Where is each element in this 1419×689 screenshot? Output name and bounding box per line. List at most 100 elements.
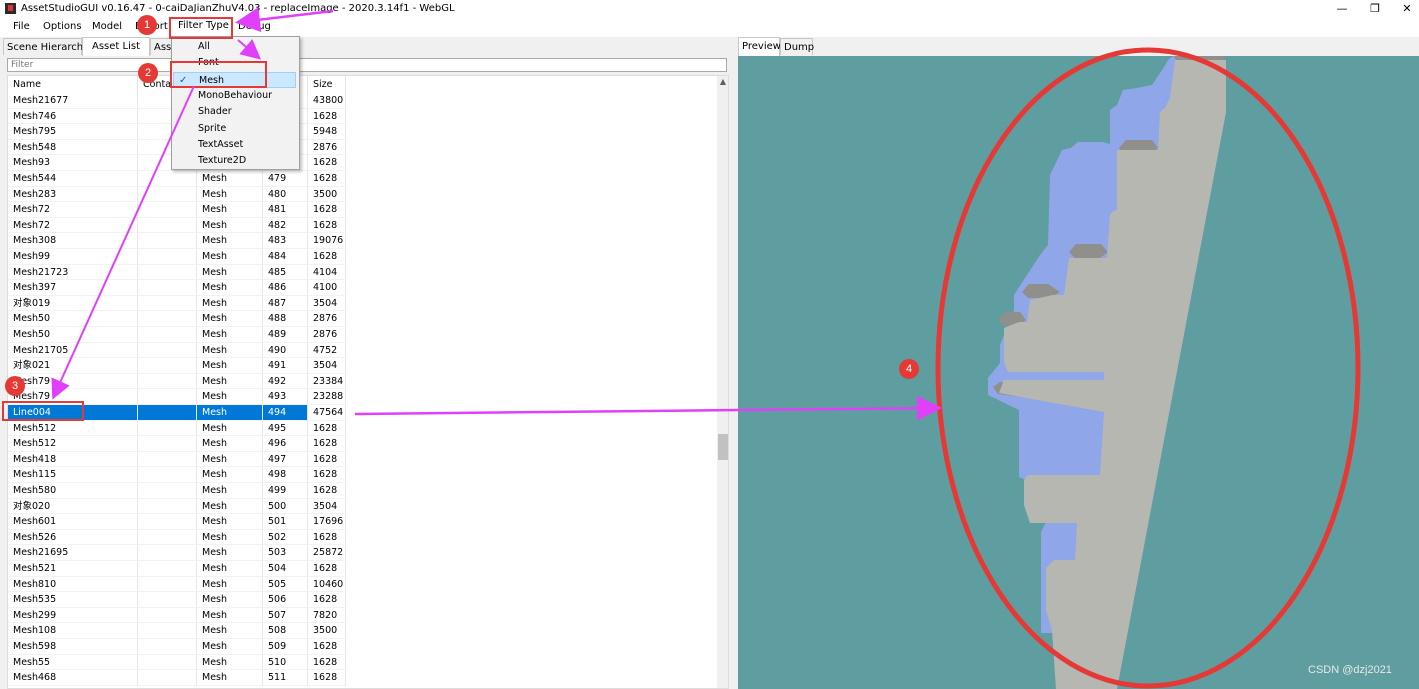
table-row[interactable]: Mesh526 Mesh 502 1628 — [8, 529, 716, 546]
table-row[interactable]: Mesh397 Mesh 486 4100 — [8, 280, 716, 296]
filter-option-texture2d[interactable]: Texture2D — [173, 153, 296, 169]
filter-option-font[interactable]: Font — [173, 55, 296, 71]
cell-pathid: 507 — [263, 607, 308, 624]
table-row[interactable]: Mesh535 Mesh 506 1628 — [8, 592, 716, 608]
table-row[interactable]: Line004 Mesh 494 47564 — [8, 405, 716, 421]
asset-list-grid: Name Contai Type PathID Size Mesh2167743… — [7, 75, 729, 689]
table-row[interactable]: 对象020 Mesh 500 3504 — [8, 498, 716, 515]
filter-input[interactable] — [7, 58, 727, 72]
cell-container — [138, 436, 197, 452]
cell-pathid: 506 — [263, 592, 308, 608]
filter-option-shader[interactable]: Shader — [173, 104, 296, 120]
filter-option-monobehaviour[interactable]: MonoBehaviour — [173, 88, 296, 104]
table-row[interactable]: Mesh283 Mesh 480 3500 — [8, 186, 716, 203]
table-row[interactable]: Mesh50 Mesh 489 2876 — [8, 327, 716, 343]
table-row[interactable]: Mesh21695 Mesh 503 25872 — [8, 545, 716, 561]
tab-dump[interactable]: Dump — [780, 38, 814, 55]
table-row[interactable]: Mesh544 Mesh 479 1628 — [8, 171, 716, 187]
cell-container — [138, 483, 197, 499]
cell-container — [138, 358, 197, 374]
column-header-name[interactable]: Name — [8, 76, 138, 93]
cell-size: 1628 — [308, 171, 346, 187]
cell-size: 10460 — [308, 576, 346, 593]
filter-option-all[interactable]: All — [173, 39, 296, 55]
table-row[interactable]: Mesh746 1628 — [8, 108, 716, 125]
menu-file[interactable]: File — [13, 21, 30, 32]
cell-pathid: 490 — [263, 342, 308, 359]
cell-size: 4752 — [308, 342, 346, 359]
table-row[interactable]: Mesh55 Mesh 510 1628 — [8, 654, 716, 671]
table-row[interactable]: Mesh72 Mesh 481 1628 — [8, 202, 716, 218]
cell-name: Line004 — [8, 405, 138, 421]
scrollbar-thumb[interactable] — [718, 434, 728, 460]
mesh-preview[interactable] — [738, 56, 1419, 689]
close-button[interactable]: ✕ — [1397, 1, 1417, 16]
table-row[interactable]: Mesh598 Mesh 509 1628 — [8, 639, 716, 655]
cell-pathid: 503 — [263, 545, 308, 561]
table-row[interactable]: Mesh601 Mesh 501 17696 — [8, 514, 716, 530]
cell-size: 2876 — [308, 139, 346, 156]
menu-debug[interactable]: Debug — [238, 21, 271, 32]
cell-type: Mesh — [197, 405, 263, 421]
cell-type: Mesh — [197, 514, 263, 530]
table-row[interactable]: Mesh468 Mesh 511 1628 — [8, 670, 716, 686]
vertical-scrollbar[interactable]: ▲ — [717, 76, 728, 688]
tab-preview[interactable]: Preview — [738, 37, 781, 56]
table-row[interactable]: Mesh21677 43800 — [8, 93, 716, 109]
cell-size: 1628 — [308, 592, 346, 608]
cell-name: Mesh308 — [8, 233, 138, 249]
filter-option-mesh[interactable]: ✓ Mesh — [173, 71, 296, 88]
table-row[interactable]: Mesh308 Mesh 483 19076 — [8, 233, 716, 249]
filter-option-textasset[interactable]: TextAsset — [173, 137, 296, 153]
cell-type: Mesh — [197, 186, 263, 203]
cell-type: Mesh — [197, 467, 263, 483]
cell-type: Mesh — [197, 249, 263, 265]
cell-name: Mesh535 — [8, 592, 138, 608]
table-row[interactable]: Mesh512 Mesh 496 1628 — [8, 436, 716, 452]
app-icon — [5, 3, 16, 14]
table-row[interactable]: 对象019 Mesh 487 3504 — [8, 295, 716, 312]
table-row[interactable]: Mesh93 1628 — [8, 155, 716, 171]
table-row[interactable]: Mesh79 Mesh 493 23288 — [8, 389, 716, 405]
table-row[interactable]: Mesh418 Mesh 497 1628 — [8, 451, 716, 468]
table-row[interactable]: 对象021 Mesh 491 3504 — [8, 358, 716, 374]
filter-option-sprite[interactable]: Sprite — [173, 121, 296, 137]
menu-filter-type[interactable]: Filter Type — [178, 20, 229, 31]
minimize-button[interactable]: — — [1332, 1, 1352, 16]
table-row[interactable]: Mesh108 Mesh 508 3500 — [8, 623, 716, 639]
table-row[interactable]: Mesh548 2876 — [8, 139, 716, 156]
table-row[interactable]: Mesh99 Mesh 484 1628 — [8, 249, 716, 265]
cell-type: Mesh — [197, 607, 263, 624]
table-row[interactable]: Mesh795 5948 — [8, 124, 716, 140]
cell-type: Mesh — [197, 436, 263, 452]
column-header-size[interactable]: Size — [308, 76, 346, 93]
table-row[interactable]: Mesh512 Mesh 495 1628 — [8, 420, 716, 437]
table-row[interactable]: Mesh72 Mesh 482 1628 — [8, 217, 716, 234]
menu-model[interactable]: Model — [92, 21, 122, 32]
cell-pathid: 486 — [263, 280, 308, 296]
cell-name: Mesh512 — [8, 436, 138, 452]
cell-size: 4104 — [308, 264, 346, 281]
table-row[interactable]: Mesh50 Mesh 488 2876 — [8, 311, 716, 327]
cell-pathid: 480 — [263, 186, 308, 203]
filter-option-label: Mesh — [199, 74, 225, 86]
table-row[interactable]: Mesh79 Mesh 492 23384 — [8, 373, 716, 390]
tab-asset-list[interactable]: Asset List — [82, 37, 150, 56]
maximize-button[interactable]: ❐ — [1365, 1, 1385, 16]
cell-type: Mesh — [197, 451, 263, 468]
menu-options[interactable]: Options — [43, 21, 82, 32]
cell-pathid: 497 — [263, 451, 308, 468]
table-row[interactable]: Mesh521 Mesh 504 1628 — [8, 561, 716, 577]
scroll-up-icon[interactable]: ▲ — [717, 76, 728, 88]
table-row[interactable]: Mesh21705 Mesh 490 4752 — [8, 342, 716, 359]
table-row[interactable]: Mesh810 Mesh 505 10460 — [8, 576, 716, 593]
table-row[interactable]: Mesh580 Mesh 499 1628 — [8, 483, 716, 499]
table-row[interactable]: Mesh21723 Mesh 485 4104 — [8, 264, 716, 281]
tab-scene-hierarchy[interactable]: Scene Hierarchy — [3, 38, 89, 55]
cell-type: Mesh — [197, 217, 263, 234]
cell-container — [138, 420, 197, 437]
cell-size: 1628 — [308, 483, 346, 499]
table-row[interactable]: Mesh115 Mesh 498 1628 — [8, 467, 716, 483]
cell-type: Mesh — [197, 483, 263, 499]
table-row[interactable]: Mesh299 Mesh 507 7820 — [8, 607, 716, 624]
